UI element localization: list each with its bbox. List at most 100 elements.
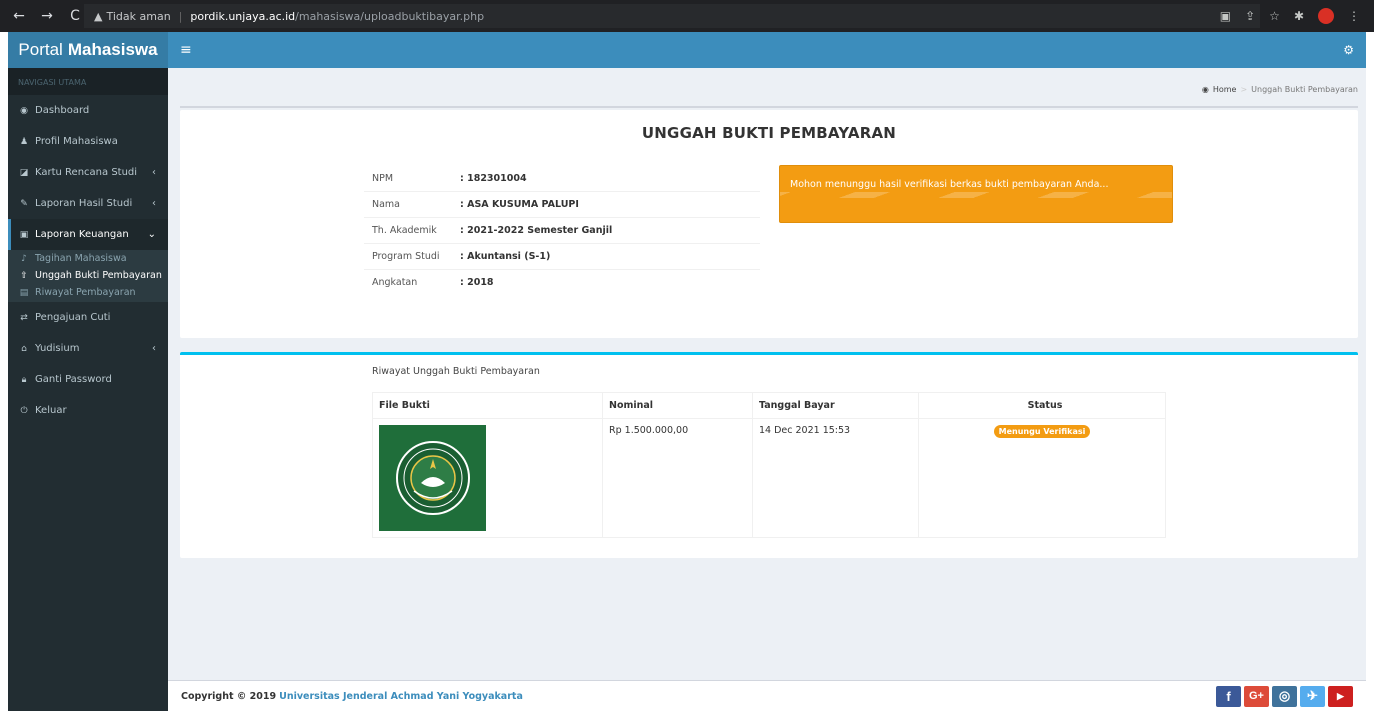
sidebar-item-krs[interactable]: ◪ Kartu Rencana Studi ‹ [8,157,168,188]
top-navbar: ≡ ⚙ [168,32,1366,68]
lock-icon: 🔒︎ [21,374,27,385]
info-label: Nama [372,199,401,210]
url-host: pordik.unjaya.ac.id [190,9,296,23]
table-row: Rp 1.500.000,00 14 Dec 2021 15:53 Menung… [372,418,1166,538]
divider [180,106,1358,108]
graduation-cap-icon: ⌂ [21,343,27,354]
gears-icon[interactable]: ⚙ [1343,43,1354,57]
exchange-icon: ⇄ [20,312,28,323]
browser-toolbar: ← → C ▲ Tidak aman | pordik.unjaya.ac.id/… [0,0,1374,32]
info-label: NPM [372,172,394,184]
sidebar-subitem-tagihan[interactable]: ♪ Tagihan Mahasiswa [8,250,168,267]
youtube-icon[interactable]: ▶ [1328,685,1353,707]
money-icon: ▣ [19,229,29,240]
social-links: f G+ ◎ ✈ ▶ [1216,685,1353,707]
info-label: Angkatan [372,277,418,288]
footer: Copyright © 2019 Universitas Jenderal Ac… [168,680,1366,711]
info-row-prodi: Program Studi : Akuntansi (S-1) [364,243,760,269]
sidebar-item-profil[interactable]: ♟ Profil Mahasiswa [8,126,168,157]
url-path: /mahasiswa/uploadbuktibayar.php [295,9,485,23]
sidebar-item-keluar[interactable]: ⏻ Keluar [8,395,168,426]
star-icon[interactable]: ☆ [1269,9,1280,23]
menu-dots-icon[interactable]: ⋮ [1348,9,1360,23]
translate-icon[interactable]: ▣ [1220,9,1231,23]
sidebar-item-yudisium[interactable]: ⌂ Yudisium ‹ [8,333,168,364]
sidebar-item-label: Keluar [35,405,67,416]
info-value: : ASA KUSUMA PALUPI [460,199,579,210]
history-box: Riwayat Unggah Bukti Pembayaran File Buk… [180,352,1358,558]
info-row-akademik: Th. Akademik : 2021-2022 Semester Ganjil [364,217,760,243]
info-label: Th. Akademik [372,225,437,236]
sidebar-item-label: Laporan Hasil Studi [35,198,133,209]
back-icon[interactable]: ← [12,8,26,24]
dashboard-icon: ◉ [1201,85,1209,94]
info-label: Program Studi [372,251,440,262]
sidebar-item-label: Dashboard [35,105,90,116]
breadcrumb: ◉ Home > Unggah Bukti Pembayaran [1201,85,1358,94]
sidebar-subitem-label: Riwayat Pembayaran [35,287,136,298]
address-bar[interactable]: ▲ Tidak aman | pordik.unjaya.ac.id/mahasi… [84,4,1260,28]
column-header: Tanggal Bayar [752,392,919,419]
info-row-angkatan: Angkatan : 2018 [364,269,760,295]
bell-icon: ♪ [21,253,27,264]
upload-icon: ⇧ [20,270,28,281]
history-table: File Bukti Nominal Tanggal Bayar Status [372,392,1166,538]
sidebar-item-cuti[interactable]: ⇄ Pengajuan Cuti [8,302,168,333]
forward-icon[interactable]: → [40,8,54,24]
page-title: UNGGAH BUKTI PEMBAYARAN [641,124,897,142]
logo-text-light: Portal [18,40,63,59]
hamburger-icon[interactable]: ≡ [180,42,192,58]
sidebar-item-label: Kartu Rencana Studi [35,167,138,178]
share-icon[interactable]: ⇪ [1245,9,1255,23]
puzzle-icon[interactable]: ✱ [1294,9,1304,23]
info-row-npm: NPM : 182301004 [364,165,760,191]
sidebar-item-password[interactable]: 🔒︎ Ganti Password [8,364,168,395]
user-icon: ♟ [19,136,29,147]
history-title: Riwayat Unggah Bukti Pembayaran [372,366,540,377]
footer-org-link[interactable]: Universitas Jenderal Achmad Yani Yogyaka… [279,691,523,702]
copyright-text: Copyright © 2019 [181,690,277,702]
reload-icon[interactable]: C [68,8,82,24]
sidebar-subitem-riwayat[interactable]: ▤ Riwayat Pembayaran [8,284,168,301]
profile-avatar[interactable] [1318,8,1334,24]
breadcrumb-current: Unggah Bukti Pembayaran [1251,85,1358,94]
edit-icon: ◪ [19,167,29,178]
sidebar-subitem-label: Unggah Bukti Pembayaran [35,270,162,281]
google-plus-icon[interactable]: G+ [1244,685,1269,707]
pencil-icon: ✎ [20,198,28,209]
info-value: : Akuntansi (S-1) [460,251,551,262]
sidebar-item-label: Yudisium [35,343,80,354]
dashboard-icon: ◉ [20,105,28,116]
content-area: ◉ Home > Unggah Bukti Pembayaran UNGGAH … [168,68,1366,680]
payment-proof-thumbnail[interactable] [379,425,486,531]
column-header: Status [918,392,1166,419]
chevron-down-icon: ⌄ [147,229,156,240]
twitter-icon[interactable]: ✈ [1300,685,1325,707]
cell-status: Menungu Verifikasi [918,418,1166,538]
sidebar-subitem-label: Tagihan Mahasiswa [35,253,127,264]
sidebar-item-label: Ganti Password [35,374,112,385]
sidebar-item-dashboard[interactable]: ◉ Dashboard [8,95,168,126]
power-icon: ⏻ [20,405,28,416]
sidebar-item-keuangan[interactable]: ▣ Laporan Keuangan ⌄ [8,219,168,250]
facebook-icon[interactable]: f [1216,685,1241,707]
chevron-left-icon: ‹ [152,198,156,209]
status-badge: Menungu Verifikasi [993,425,1091,438]
student-info-table: NPM : 182301004 Nama : ASA KUSUMA PALUPI… [364,165,760,295]
verification-alert: Mohon menunggu hasil verifikasi berkas b… [779,165,1173,223]
sidebar-item-label: Laporan Keuangan [35,229,129,240]
university-logo-icon [395,441,470,515]
sidebar-header: NAVIGASI UTAMA [8,68,168,95]
column-header: Nominal [602,392,753,419]
sidebar-item-lhs[interactable]: ✎ Laporan Hasil Studi ‹ [8,188,168,219]
app-logo[interactable]: Portal Mahasiswa [8,32,168,68]
info-value: : 2021-2022 Semester Ganjil [460,225,613,236]
sidebar-item-label: Profil Mahasiswa [35,136,118,147]
breadcrumb-home[interactable]: Home [1213,85,1237,94]
alert-text: Mohon menunggu hasil verifikasi berkas b… [790,179,1109,190]
sidebar-submenu-keuangan: ♪ Tagihan Mahasiswa ⇧ Unggah Bukti Pemba… [8,250,168,302]
progress-stripes [780,192,1172,198]
instagram-icon[interactable]: ◎ [1272,685,1297,707]
cell-nominal: Rp 1.500.000,00 [602,418,753,538]
sidebar-subitem-unggah[interactable]: ⇧ Unggah Bukti Pembayaran [8,267,168,284]
